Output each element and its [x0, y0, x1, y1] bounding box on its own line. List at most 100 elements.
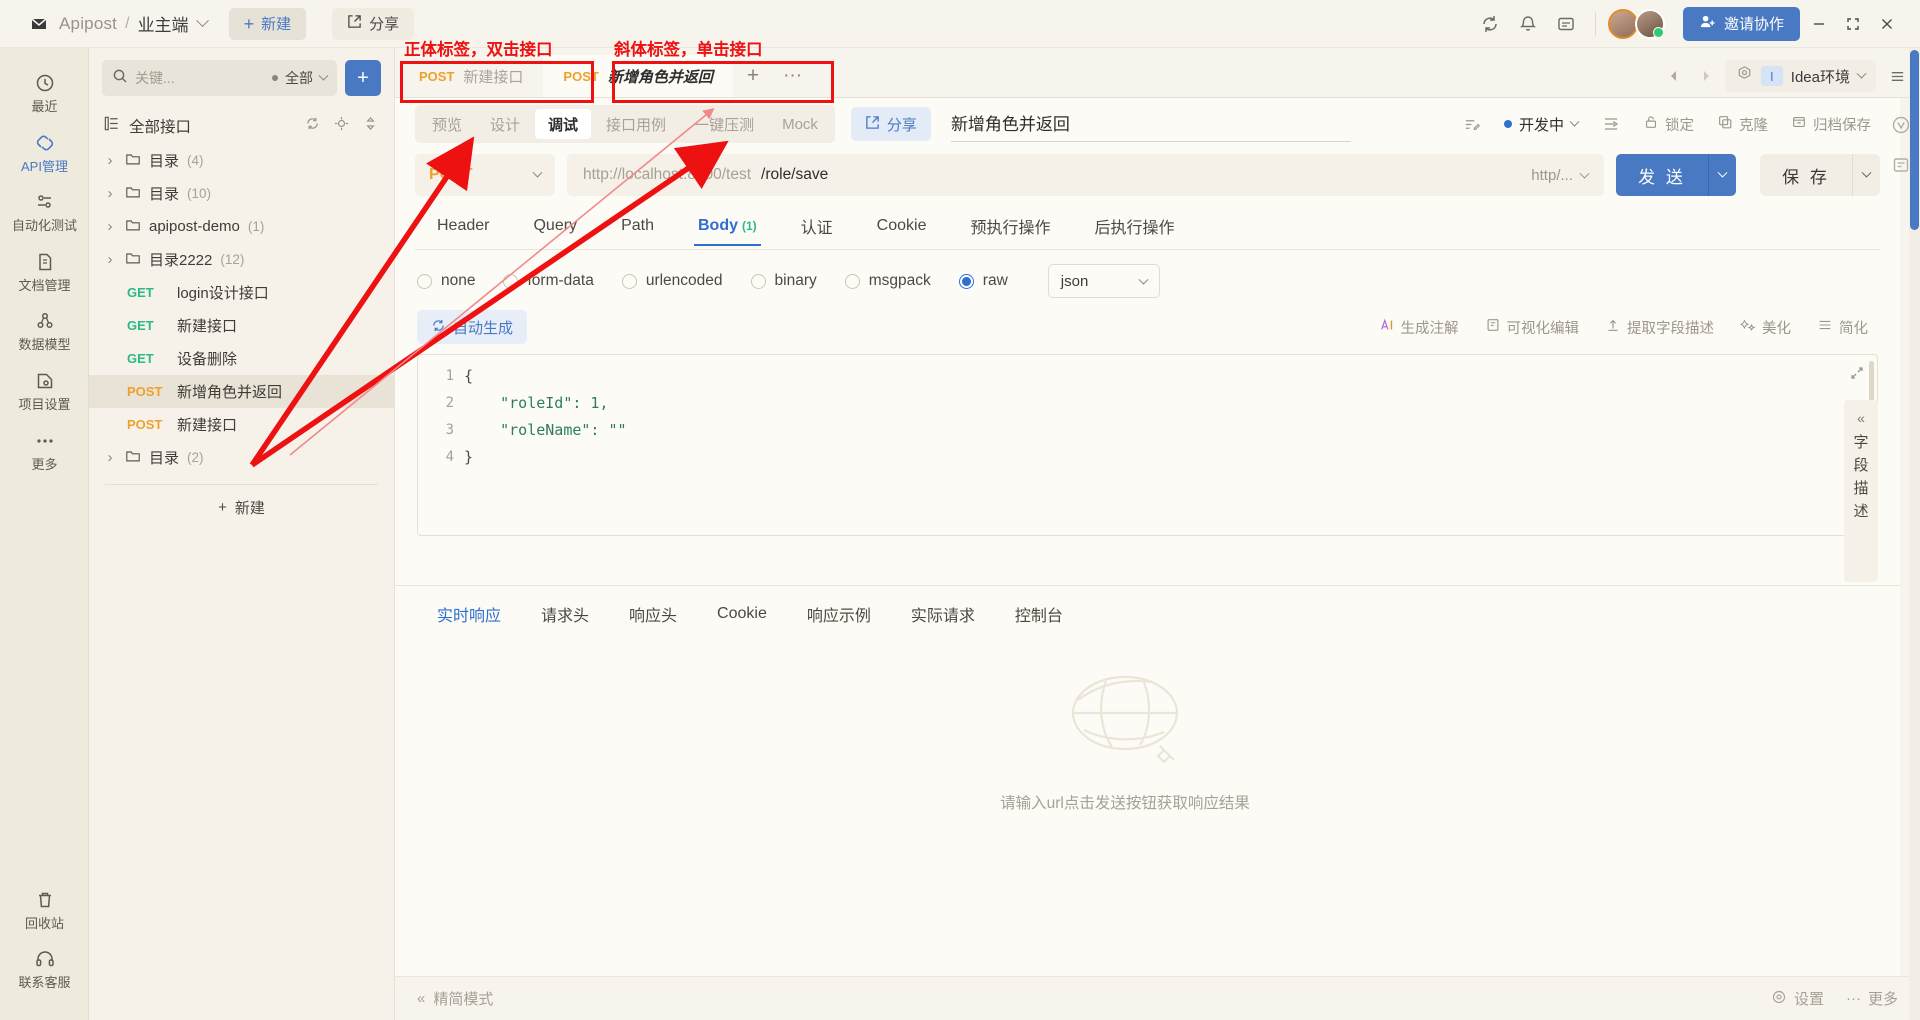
rail-item-support[interactable]: 联系客服: [0, 938, 89, 998]
raw-format-dropdown[interactable]: json: [1047, 264, 1160, 298]
segment-mock[interactable]: Mock: [769, 109, 831, 139]
environment-selector[interactable]: I Idea环境: [1724, 60, 1876, 92]
tree-folder[interactable]: › 目录 (2): [89, 441, 394, 474]
settings-button[interactable]: 设置: [1771, 988, 1824, 1009]
protocol-chevron-down-icon[interactable]: [1579, 167, 1590, 184]
rail-item-project-settings[interactable]: 项目设置: [0, 360, 89, 420]
chevron-right-icon[interactable]: ›: [103, 185, 117, 202]
share-button[interactable]: 分享: [332, 7, 415, 40]
message-icon[interactable]: [1549, 7, 1583, 41]
response-tab-examples[interactable]: 响应示例: [787, 588, 891, 640]
tab-add-role-and-return[interactable]: POST 新增角色并返回: [543, 55, 733, 97]
rail-item-data-model[interactable]: 数据模型: [0, 300, 89, 360]
response-tab-response-headers[interactable]: 响应头: [609, 588, 697, 640]
filter-chevron-down-icon[interactable]: [318, 69, 329, 87]
simplify-button[interactable]: 简化: [1807, 312, 1878, 342]
radio-none[interactable]: none: [417, 272, 475, 290]
rail-item-document[interactable]: 文档管理: [0, 241, 89, 301]
lock-button[interactable]: 锁定: [1634, 108, 1703, 140]
radio-msgpack[interactable]: msgpack: [844, 272, 931, 290]
auto-generate-button[interactable]: 自动生成: [417, 310, 528, 344]
tab-body[interactable]: Body (1): [676, 207, 779, 246]
environment-menu-icon[interactable]: [1882, 61, 1912, 91]
tab-pre-script[interactable]: 预执行操作: [948, 204, 1072, 249]
add-api-button[interactable]: +: [345, 60, 381, 96]
environment-chevron-down-icon[interactable]: [1856, 67, 1867, 85]
segment-debug[interactable]: 调试: [535, 109, 592, 139]
segment-stress-test[interactable]: 一键压测: [681, 109, 767, 139]
archive-save-button[interactable]: 归档保存: [1782, 108, 1880, 140]
tree-api-item-selected[interactable]: POST 新增角色并返回: [89, 375, 394, 408]
all-apis-row[interactable]: 全部接口: [89, 108, 394, 144]
clone-button[interactable]: 克隆: [1708, 108, 1777, 140]
save-button[interactable]: 保 存: [1760, 154, 1852, 196]
tab-post-script[interactable]: 后执行操作: [1073, 204, 1197, 249]
tree-api-item[interactable]: GET login设计接口: [89, 276, 394, 309]
tab-auth[interactable]: 认证: [779, 204, 855, 249]
refresh-icon[interactable]: [305, 116, 320, 136]
tab-prev-icon[interactable]: [1661, 63, 1687, 89]
tab-query[interactable]: Query: [511, 207, 599, 246]
tree-folder[interactable]: › 目录 (4): [89, 144, 394, 177]
response-tab-cookie[interactable]: Cookie: [697, 591, 787, 637]
chevron-right-icon[interactable]: ›: [103, 218, 117, 235]
locate-icon[interactable]: [334, 116, 349, 136]
code-content[interactable]: { "roleId": 1, "roleName": "" }: [464, 355, 1877, 535]
radio-binary[interactable]: binary: [750, 272, 817, 290]
add-tab-button[interactable]: +: [733, 55, 773, 97]
json-body-editor[interactable]: 1 2 3 4 { "roleId": 1, "roleName": "" }: [417, 354, 1878, 536]
simple-mode-button[interactable]: « 精简模式: [417, 988, 493, 1009]
project-chevron-down-icon[interactable]: [195, 13, 209, 33]
more-button[interactable]: ··· 更多: [1846, 988, 1898, 1009]
rail-item-more[interactable]: 更多: [0, 420, 89, 480]
tab-header[interactable]: Header: [415, 207, 511, 246]
indent-icon[interactable]: [1593, 108, 1629, 140]
save-options-chevron-down-icon[interactable]: [1852, 154, 1880, 196]
radio-urlencoded[interactable]: urlencoded: [621, 272, 723, 290]
generate-annotation-button[interactable]: 生成注解: [1369, 312, 1469, 342]
tab-new-interface[interactable]: POST 新建接口: [399, 55, 543, 97]
response-tab-console[interactable]: 控制台: [995, 588, 1083, 640]
rail-item-recent[interactable]: 最近: [0, 62, 89, 122]
api-title-input[interactable]: 新增角色并返回: [950, 106, 1351, 142]
tab-more-button[interactable]: ···: [773, 55, 812, 97]
search-box[interactable]: 关键... 全部: [102, 60, 337, 96]
minimize-button[interactable]: [1804, 9, 1834, 39]
segment-cases[interactable]: 接口用例: [593, 109, 679, 139]
send-button[interactable]: 发 送: [1616, 154, 1708, 196]
rail-item-recycle-bin[interactable]: 回收站: [0, 879, 89, 939]
bell-icon[interactable]: [1511, 7, 1545, 41]
share-api-button[interactable]: 分享: [850, 107, 931, 141]
tab-next-icon[interactable]: [1693, 63, 1719, 89]
status-chevron-down-icon[interactable]: [1569, 115, 1580, 133]
tree-api-item[interactable]: GET 设备删除: [89, 342, 394, 375]
tab-path[interactable]: Path: [599, 207, 676, 246]
rail-item-automation[interactable]: 自动化测试: [0, 181, 89, 241]
beautify-button[interactable]: 美化: [1730, 312, 1801, 342]
rail-item-api[interactable]: API管理: [0, 122, 89, 182]
note-icon[interactable]: [1454, 108, 1489, 140]
new-button[interactable]: + 新建: [228, 7, 307, 40]
status-dropdown[interactable]: 开发中: [1494, 108, 1588, 140]
visual-edit-button[interactable]: 可视化编辑: [1475, 312, 1590, 342]
sync-icon[interactable]: [1473, 7, 1507, 41]
url-protocol-selector[interactable]: http/...: [1531, 167, 1590, 184]
format-chevron-down-icon[interactable]: [1138, 273, 1149, 290]
method-chevron-down-icon[interactable]: [532, 166, 543, 184]
avatar[interactable]: [1607, 8, 1638, 39]
extract-field-desc-button[interactable]: 提取字段描述: [1595, 312, 1724, 342]
tree-folder[interactable]: › apipost-demo (1): [89, 210, 394, 243]
method-dropdown[interactable]: POST: [415, 154, 555, 196]
maximize-button[interactable]: [1838, 9, 1868, 39]
tab-cookie[interactable]: Cookie: [855, 207, 949, 246]
send-options-chevron-down-icon[interactable]: [1708, 154, 1736, 196]
tree-folder[interactable]: › 目录 (10): [89, 177, 394, 210]
close-button[interactable]: [1872, 9, 1902, 39]
radio-form-data[interactable]: form-data: [503, 272, 594, 290]
response-tab-request-headers[interactable]: 请求头: [521, 588, 609, 640]
chevron-right-icon[interactable]: ›: [103, 152, 117, 169]
chevron-right-icon[interactable]: ›: [103, 251, 117, 268]
segment-design[interactable]: 设计: [477, 109, 533, 139]
segment-preview[interactable]: 预览: [419, 109, 475, 139]
sort-icon[interactable]: [363, 116, 378, 136]
